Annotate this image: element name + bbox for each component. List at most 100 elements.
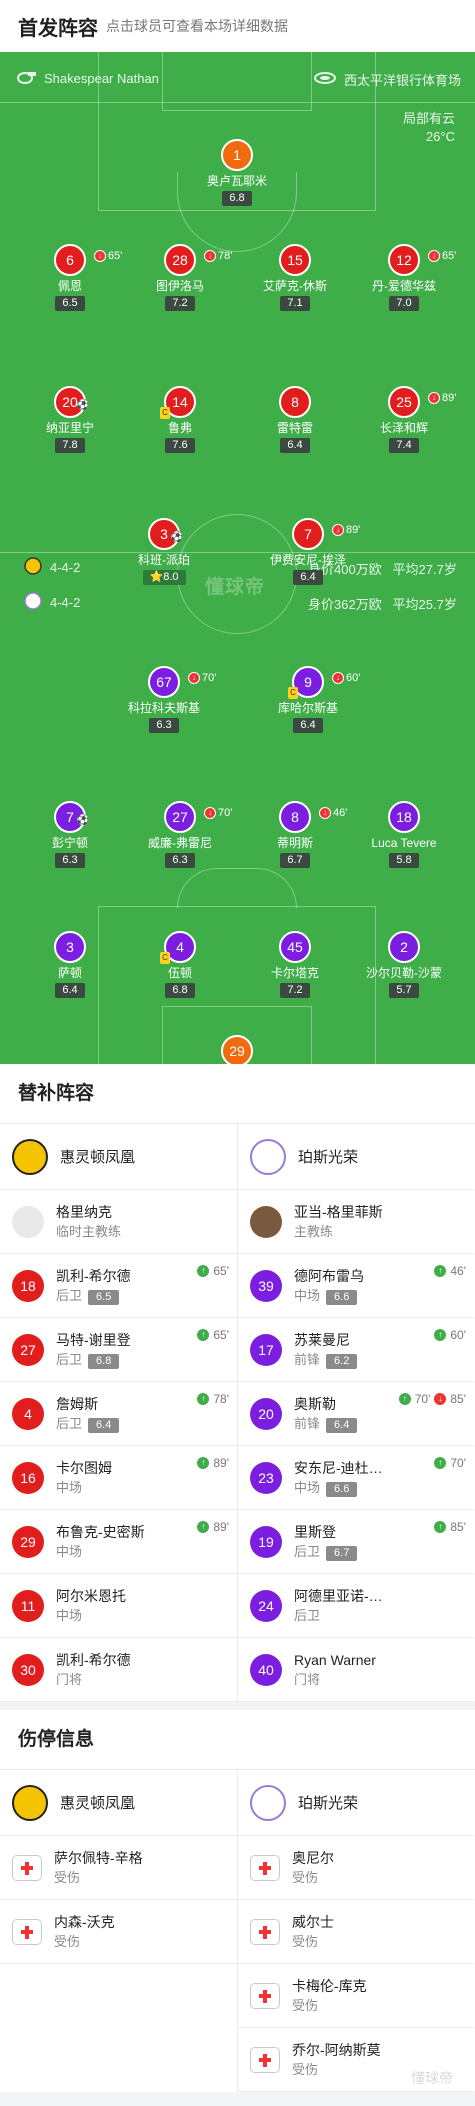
injury-player-name: 乔尔-阿纳斯莫 [292,2042,381,2058]
sub-home-30[interactable]: 30 凯利-希尔德 门将 [0,1638,237,1702]
sub-in-time: 70' [450,1456,466,1470]
player-home-7[interactable]: 7 ↓ 89' 伊费安尼-埃泽 6.4 [248,518,368,585]
sub-home-27[interactable]: 27 马特-谢里登 后卫 6.8 ↑ 65' [0,1318,237,1382]
sub-position: 后卫 [294,1608,321,1623]
sub-position-line: 门将 [294,1670,376,1689]
yellow-card-icon: C [160,952,170,964]
sub-off-marker: ↓ 65' [94,242,122,270]
sub-in-icon: ↑ [197,1393,210,1405]
player-home-3[interactable]: 3 ⚽ 科班-派珀 ⭐8.0 [104,518,224,585]
jersey-number: 6 ↓ 65' [54,244,122,276]
sub-away-17[interactable]: 17 苏莱曼尼 前锋 6.2 ↑ 60' [238,1318,474,1382]
sub-home-16[interactable]: 16 卡尔图姆 中场 ↑ 89' [0,1446,237,1510]
injury-away-team[interactable]: 珀斯光荣 [238,1770,474,1836]
jersey-number-text: 6 [66,252,74,268]
player-away-45[interactable]: 45 卡尔塔克 7.2 [235,931,355,998]
subs-home-team[interactable]: 惠灵顿凤凰 [0,1124,237,1190]
home-coach[interactable]: 格里纳克 临时主教练 [0,1190,237,1254]
jersey-number-text: 28 [172,252,188,268]
sub-off-icon: ↓ [332,672,344,684]
player-rating-value: 6.4 [62,984,78,996]
sub-in-icon: ↑ [434,1521,447,1533]
injury-status: 受伤 [292,2062,319,2077]
player-away-67[interactable]: 67 ↓ 70' 科拉科夫斯基 6.3 [104,666,224,733]
player-home-6[interactable]: 6 ↓ 65' 佩恩 6.5 [10,244,130,311]
first-aid-icon [12,1854,42,1881]
player-home-15[interactable]: 15 艾萨克-休斯 7.1 [235,244,355,311]
jersey-number: 15 [279,244,311,276]
first-aid-icon [250,1918,280,1945]
player-rating: 7.6 [165,438,195,453]
player-home-14[interactable]: 14 C 鲁弗 7.6 [120,386,240,453]
player-home-1[interactable]: 1 奥卢瓦耶米 6.8 [177,139,297,206]
sub-away-19[interactable]: 19 里斯登 后卫 6.7 ↑ 85' [238,1510,474,1574]
player-rating-value: 7.2 [172,297,188,309]
player-away-4[interactable]: 4 C 伍顿 6.8 [120,931,240,998]
sub-times: ↑ 85' [434,1520,466,1534]
sub-rating: 6.6 [326,1290,358,1305]
jersey-number: 17 [250,1333,282,1366]
home-team-icon [24,557,42,578]
sub-away-24[interactable]: 24 阿德里亚诺-… 后卫 [238,1574,474,1638]
player-rating-value: 5.8 [396,854,412,866]
player-rating-value: 6.4 [287,439,303,451]
injury-section: 伤停信息 惠灵顿凤凰 萨尔佩特-辛格 受伤 内森-沃克 受伤 珀斯光荣 奥尼尔 受伤 威尔… [0,1702,475,2092]
sub-in-time: 89' [213,1520,229,1534]
injury-home-item[interactable]: 内森-沃克 受伤 [0,1900,237,1964]
glory-logo-icon [250,1138,286,1175]
sub-home-11[interactable]: 11 阿尔米恩托 中场 [0,1574,237,1638]
player-rating-value: 7.2 [287,984,303,996]
player-rating-value: 6.8 [229,192,245,204]
injury-away-item[interactable]: 奥尼尔 受伤 [238,1836,474,1900]
sub-away-39[interactable]: 39 德阿布雷乌 中场 6.6 ↑ 46' [238,1254,474,1318]
player-home-12[interactable]: 12 ↓ 65' 丹-爱德华兹 7.0 [344,244,464,311]
injury-home-item[interactable]: 萨尔佩特-辛格 受伤 [0,1836,237,1900]
sub-off-marker: ↓ 89' [428,384,456,412]
sub-away-40[interactable]: 40 Ryan Warner 门将 [238,1638,474,1702]
player-away-9[interactable]: 9 ↓ 60' C 库哈尔斯基 6.4 [248,666,368,733]
player-home-28[interactable]: 28 ↓ 78' 图伊洛马 7.2 [120,244,240,311]
player-away-8[interactable]: 8 ↓ 46' 蒂明斯 6.7 [235,801,355,868]
footer-watermark: 懂球帝 [411,2070,453,2086]
player-home-8[interactable]: 8 雷特雷 6.4 [235,386,355,453]
player-name: 伍顿 [167,966,192,980]
sub-home-29[interactable]: 29 布鲁克-史密斯 中场 ↑ 89' [0,1510,237,1574]
weather-text: 局部有云 [402,111,455,126]
jersey-number: 40 [250,1653,282,1686]
sub-away-20[interactable]: 20 奥斯勒 前锋 6.4 ↑ 70' ↓ 85' [238,1382,474,1446]
player-away-27[interactable]: 27 ↓ 70' 威廉-弗雷尼 6.3 [120,801,240,868]
player-away-2[interactable]: 2 沙尔贝勒-沙蒙 5.7 [344,931,464,998]
jersey-number-text: 27 [172,809,188,825]
injury-home-team[interactable]: 惠灵顿凤凰 [0,1770,237,1836]
sub-home-18[interactable]: 18 凯利-希尔德 后卫 6.5 ↑ 65' [0,1254,237,1318]
player-away-7[interactable]: 7 ⚽ 彭宁顿 6.3 [10,801,130,868]
sub-name: 里斯登 [294,1524,336,1540]
sub-home-4[interactable]: 4 詹姆斯 后卫 6.4 ↑ 78' [0,1382,237,1446]
injury-player-name: 卡梅伦-库克 [292,1978,367,1994]
injury-title: 伤停信息 [0,1710,475,1770]
subs-away-column: 珀斯光荣 亚当-格里菲斯 主教练 39 德阿布雷乌 中场 6.6 ↑ 46' 17 苏莱曼尼 前锋… [237,1124,474,1702]
injury-away-item[interactable]: 卡梅伦-库克 受伤 [238,1964,474,2028]
sub-off-time: 70' [218,807,233,819]
home-formation: 4-4-2 [24,557,80,578]
jersey-number: 25 ↓ 89' [388,386,456,418]
away-coach[interactable]: 亚当-格里菲斯 主教练 [238,1190,474,1254]
player-away-29[interactable]: 29马修-萨顿6.2 [177,1035,297,1064]
sub-position: 前锋 [294,1352,321,1367]
player-away-18[interactable]: 18 Luca Tevere 5.8 [344,801,464,868]
subs-away-team[interactable]: 珀斯光荣 [238,1124,474,1190]
injury-away-item[interactable]: 威尔士 受伤 [238,1900,474,1964]
jersey-number-text: 7 [66,809,74,825]
jersey-number: 27 [12,1333,44,1366]
player-away-3[interactable]: 3 萨顿 6.4 [10,931,130,998]
sub-in-time: 85' [450,1520,466,1534]
player-home-20[interactable]: 20 ⚽ 纳亚里宁 7.8 [10,386,130,453]
injury-player-name: 内森-沃克 [54,1914,115,1930]
player-rating: 6.5 [55,296,85,311]
player-rating: 6.4 [293,718,323,733]
player-rating: 7.8 [55,438,85,453]
sub-away-23[interactable]: 23 安东尼-迪杜… 中场 6.6 ↑ 70' [238,1446,474,1510]
phoenix-logo-icon [12,1138,48,1175]
player-home-25[interactable]: 25 ↓ 89' 长泽和辉 7.4 [344,386,464,453]
injury-info: 卡梅伦-库克 受伤 [292,1976,367,2015]
